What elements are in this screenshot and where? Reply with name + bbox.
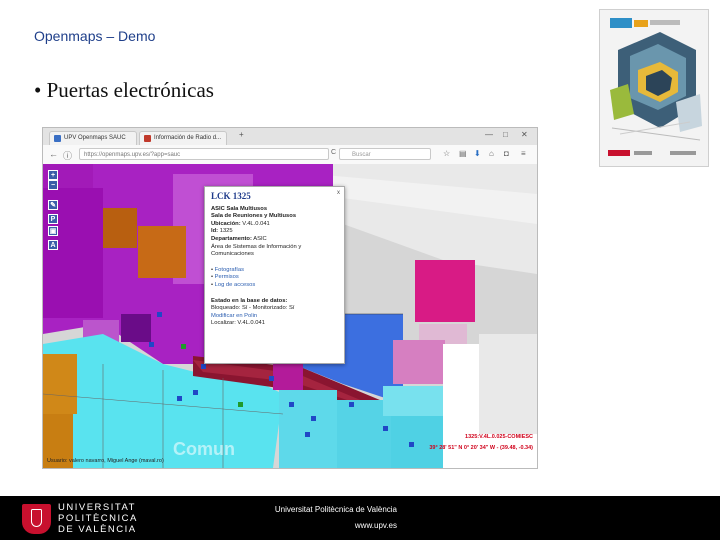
browser-screenshot: UPV Openmaps SAUC Información de Radio d… xyxy=(42,127,538,469)
dept-description: Área de Sistemas de Información y Comuni… xyxy=(211,243,302,258)
popup-room-name: ASIC Sala Multiusos xyxy=(211,205,268,212)
new-tab-button[interactable]: + xyxy=(239,130,244,139)
localizar-text: Localizar: V.4L.0.041 xyxy=(211,320,265,327)
slide-title: Openmaps – Demo xyxy=(34,28,156,44)
layers-button[interactable]: ▣ xyxy=(48,226,58,236)
institution-name: Universitat Politècnica de València xyxy=(274,505,397,514)
tab-label: Información de Radio d... xyxy=(154,135,222,141)
draw-tool-button[interactable]: ✎ xyxy=(48,200,58,210)
bloqueado-status: Bloqueado: Sí - Monitorizado: Sí xyxy=(211,305,295,312)
url-input[interactable]: https://openmaps.upv.es/?app=sauc xyxy=(79,148,329,160)
ubicacion-label: Ubicación: xyxy=(211,220,241,227)
dept-value: ASIC xyxy=(253,235,267,242)
popup-room-type: Sala de Reuniones y Multiusos xyxy=(211,213,297,220)
accessibility-button[interactable]: A xyxy=(48,240,58,250)
footer-bar: UNIVERSITAT POLITÈCNICA DE VALÈNCIA Univ… xyxy=(0,496,720,540)
ubicacion-value: V.4L.0.041 xyxy=(242,220,270,227)
map-watermark: Comun xyxy=(173,439,235,459)
reload-icon[interactable]: C xyxy=(331,149,336,156)
back-arrow-icon[interactable]: ← xyxy=(49,149,58,159)
modificar-link[interactable]: Modificar en Polin xyxy=(211,313,338,321)
maximize-button[interactable]: □ xyxy=(503,130,508,139)
logo-line-2: POLITÈCNICA xyxy=(58,513,138,524)
tab-openmaps[interactable]: UPV Openmaps SAUC xyxy=(49,131,137,145)
cover-thumbnail xyxy=(599,9,709,167)
download-icon[interactable]: ⬇ xyxy=(474,149,481,158)
browser-toolbar: ← ⓘ https://openmaps.upv.es/?app=sauc C … xyxy=(43,145,537,165)
tab-radio-info[interactable]: Información de Radio d... xyxy=(139,131,227,145)
zoom-in-button[interactable]: + xyxy=(48,170,58,180)
info-icon[interactable]: ⓘ xyxy=(63,149,72,162)
home-icon[interactable]: ⌂ xyxy=(489,149,494,158)
link-permisos[interactable]: Permisos xyxy=(215,274,239,280)
bookmark-icon[interactable]: ▤ xyxy=(459,149,467,158)
shield-icon[interactable]: ◘ xyxy=(504,149,509,158)
parking-layer-button[interactable]: P xyxy=(48,214,58,224)
upv-shield-icon xyxy=(22,504,51,534)
search-input[interactable]: Buscar xyxy=(339,148,431,160)
tab-label: UPV Openmaps SAUC xyxy=(64,135,126,141)
id-value: 1325 xyxy=(219,228,233,235)
logo-line-1: UNIVERSITAT xyxy=(58,502,136,513)
tab-favicon-icon xyxy=(54,135,61,142)
bullet-text: • Puertas electrónicas xyxy=(34,78,214,102)
minimize-button[interactable]: — xyxy=(485,130,493,139)
dept-label: Departamento: xyxy=(211,235,252,242)
link-fotografias[interactable]: Fotografías xyxy=(215,267,244,273)
star-icon[interactable]: ☆ xyxy=(443,149,450,158)
status-code: 1325:V.4L.0.025-COMIESC xyxy=(465,434,533,440)
link-log-accesos[interactable]: Log de accesos xyxy=(215,282,256,288)
website-link[interactable]: www.upv.es xyxy=(355,521,397,530)
popup-title: LCK 1325 xyxy=(211,191,251,201)
tab-favicon-icon xyxy=(144,135,151,142)
browser-tab-bar: UPV Openmaps SAUC Información de Radio d… xyxy=(43,128,537,145)
estado-label: Estado en la base de datos: xyxy=(211,297,288,304)
logo-line-3: DE VALÈNCIA xyxy=(58,524,137,535)
close-window-button[interactable]: ✕ xyxy=(521,130,528,139)
map-canvas[interactable]: + − ✎ P ▣ A x LCK 1325 ASIC Sala Multius… xyxy=(43,164,537,468)
menu-icon[interactable]: ≡ xyxy=(521,149,526,158)
id-label: Id: xyxy=(211,228,219,235)
status-coordinates: 39° 28' 51" N 0° 20' 34" W - (39.48, -0.… xyxy=(429,445,533,451)
popup-close-button[interactable]: x xyxy=(337,190,340,198)
info-popup: x LCK 1325 ASIC Sala Multiusos Sala de R… xyxy=(204,186,345,364)
status-user: Usuario: valero navarro, Miguel Ange (ma… xyxy=(47,458,164,464)
zoom-out-button[interactable]: − xyxy=(48,180,58,190)
